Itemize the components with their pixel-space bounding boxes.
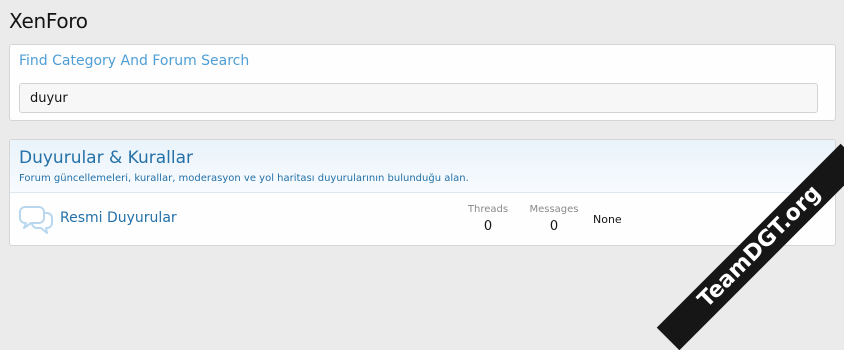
forum-row: Resmi Duyurular Threads 0 Messages 0 Non… xyxy=(10,193,835,245)
category-header: Duyurular & Kurallar Forum güncellemeler… xyxy=(10,140,835,193)
threads-count: 0 xyxy=(483,219,493,234)
forum-chat-bubbles-icon xyxy=(18,205,54,235)
messages-label: Messages xyxy=(529,204,579,215)
messages-stat: Messages 0 xyxy=(524,204,584,234)
forum-title-link[interactable]: Resmi Duyurular xyxy=(60,210,177,226)
threads-stat: Threads 0 xyxy=(458,204,518,234)
messages-count: 0 xyxy=(549,219,559,234)
search-title: Find Category And Forum Search xyxy=(19,53,250,69)
search-input[interactable] xyxy=(19,83,818,113)
category-description: Forum güncellemeleri, kurallar, moderasy… xyxy=(19,173,469,184)
category-block: Duyurular & Kurallar Forum güncellemeler… xyxy=(9,139,836,246)
threads-label: Threads xyxy=(467,204,509,215)
last-post: None xyxy=(593,213,622,226)
category-title-link[interactable]: Duyurular & Kurallar xyxy=(19,148,193,168)
page-title: XenForo xyxy=(9,9,88,33)
search-block: Find Category And Forum Search xyxy=(9,44,836,121)
